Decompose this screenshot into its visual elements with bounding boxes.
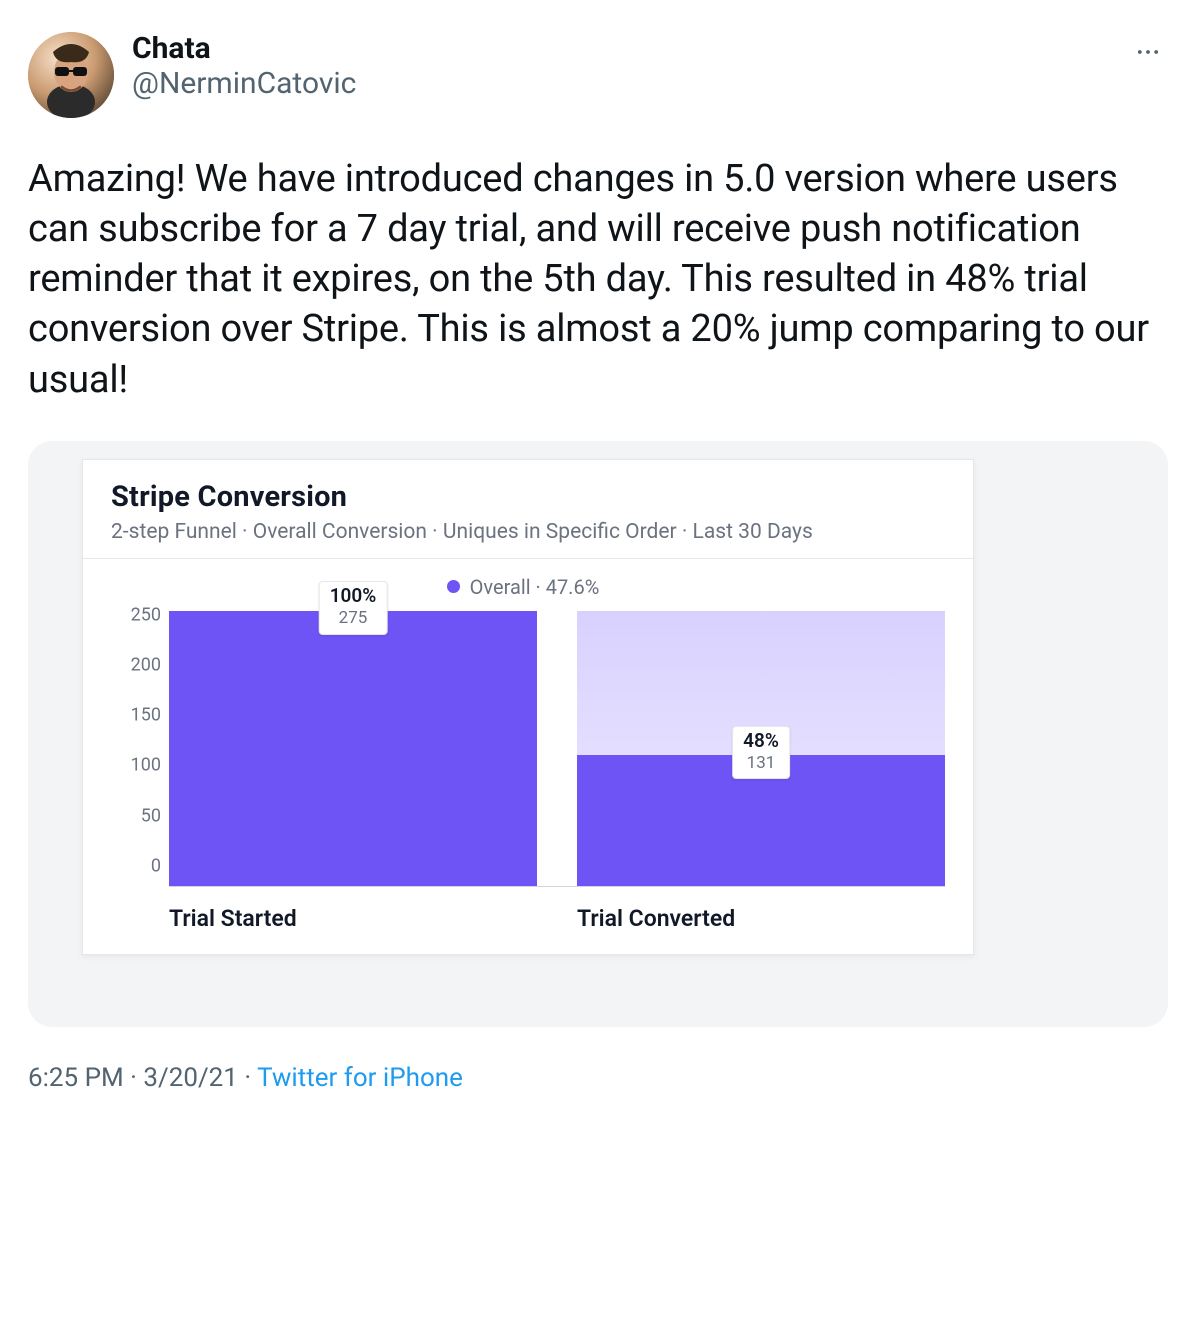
chart-plot-area: 050100150200250 100%27548%131 <box>101 611 945 887</box>
y-axis-tick: 50 <box>141 805 161 826</box>
y-axis-tick: 0 <box>151 855 161 876</box>
chart-title: Stripe Conversion <box>111 480 945 514</box>
legend-dot-icon <box>447 580 460 593</box>
y-axis-tick: 250 <box>131 604 161 625</box>
y-axis-tick: 200 <box>131 655 161 676</box>
user-handle: @NerminCatovic <box>132 65 1128 103</box>
author-name-block[interactable]: Chata @NerminCatovic <box>132 32 1128 103</box>
bar-plot: 100%27548%131 <box>169 611 945 887</box>
x-axis-label: Trial Converted <box>577 905 945 932</box>
more-options-button[interactable] <box>1128 32 1168 72</box>
chart-card-header: Stripe Conversion 2-step Funnel · Overal… <box>83 460 973 559</box>
tweet-card: Chata @NerminCatovic Amazing! We have in… <box>0 0 1196 1133</box>
meta-separator: · <box>244 1063 257 1093</box>
tweet-source-link[interactable]: Twitter for iPhone <box>257 1063 463 1093</box>
x-axis-labels: Trial Started Trial Converted <box>169 905 945 932</box>
bar-label-absolute: 131 <box>743 754 779 773</box>
avatar[interactable] <box>28 32 114 118</box>
tweet-media-embed[interactable]: Stripe Conversion 2-step Funnel · Overal… <box>28 441 1168 1027</box>
tweet-meta: 6:25 PM · 3/20/21 · Twitter for iPhone <box>28 1063 1168 1093</box>
tweet-timestamp[interactable]: 6:25 PM · 3/20/21 <box>28 1063 238 1093</box>
chart-legend: Overall · 47.6% <box>101 575 945 599</box>
funnel-bar: 48%131 <box>577 611 945 887</box>
tweet-text: Amazing! We have introduced changes in 5… <box>28 154 1168 405</box>
chart-body: Overall · 47.6% 0 50 100 150 200 250 100% 275 4… <box>83 559 973 954</box>
y-axis-tick: 150 <box>131 705 161 726</box>
ellipsis-icon <box>1134 38 1162 66</box>
chart-card: Stripe Conversion 2-step Funnel · Overal… <box>82 459 974 955</box>
chart-legend-label: Overall · 47.6% <box>470 575 600 599</box>
display-name: Chata <box>132 32 1128 65</box>
bar-label-percent: 48% <box>743 731 779 752</box>
chart-subtitle: 2-step Funnel · Overall Conversion · Uni… <box>111 520 945 544</box>
bar-label-percent: 100% <box>330 586 377 607</box>
y-axis-tick: 100 <box>131 755 161 776</box>
bar-value-label: 100% 275 <box>319 581 388 635</box>
bar-label-absolute: 275 <box>330 609 377 628</box>
funnel-bar: 100%275 <box>169 611 537 887</box>
x-axis-label: Trial Started <box>169 905 537 932</box>
y-axis: 050100150200250 <box>101 611 169 887</box>
bar-fill <box>169 611 537 887</box>
avatar-photo-icon <box>28 32 114 118</box>
tweet-header: Chata @NerminCatovic <box>28 32 1168 118</box>
bar-value-label: 48%131 <box>732 726 790 780</box>
